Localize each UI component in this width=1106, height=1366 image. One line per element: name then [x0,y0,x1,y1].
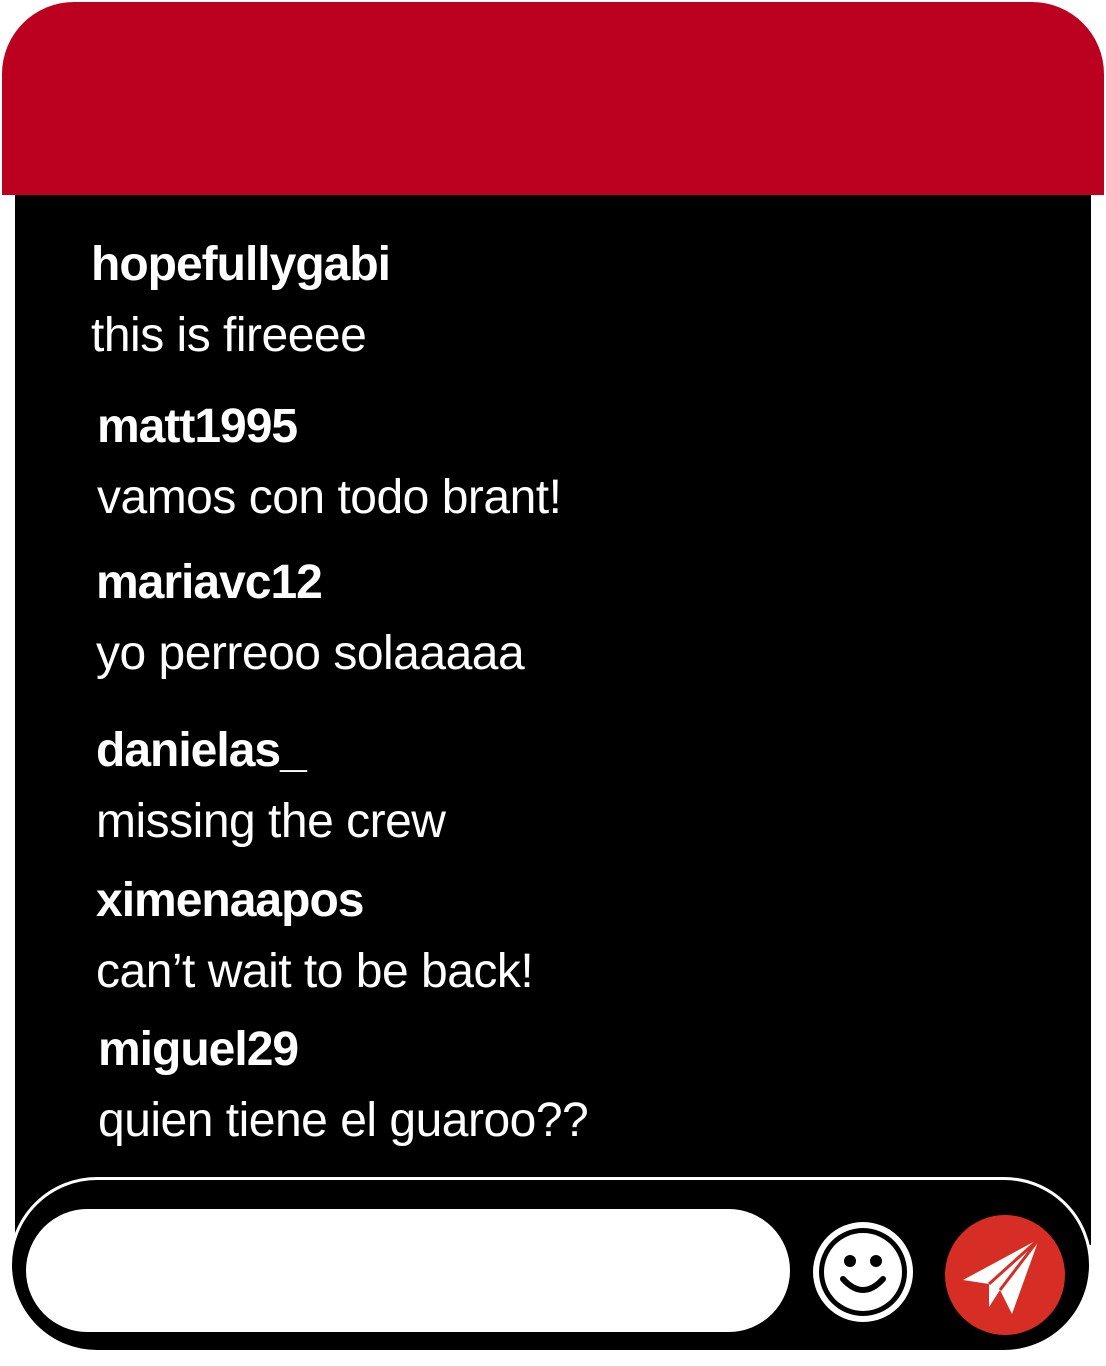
message-username: ximenaapos [96,874,364,927]
message-text: missing the crew [96,795,446,848]
chat-window: hopefullygabi this is fireeee matt1995 v… [0,0,1106,1366]
message-list: hopefullygabi this is fireeee matt1995 v… [15,195,1091,1245]
chat-message: mariavc12 yo perreoo solaaaaa [96,555,525,682]
message-username: mariavc12 [96,556,323,609]
message-username: hopefullygabi [91,238,391,291]
send-button[interactable] [944,1214,1066,1336]
chat-message: matt1995 vamos con todo brant! [97,399,562,526]
message-input[interactable] [26,1209,790,1332]
chat-header [2,2,1104,195]
message-username: miguel29 [98,1023,299,1076]
message-text: can’t wait to be back! [96,945,534,998]
paper-plane-icon [945,1215,1065,1335]
chat-message: miguel29 quien tiene el guaroo?? [98,1022,589,1149]
message-text: vamos con todo brant! [97,471,562,524]
chat-message: ximenaapos can’t wait to be back! [96,873,534,1000]
message-text: yo perreoo solaaaaa [96,627,525,680]
message-text: this is fireeee [91,309,367,362]
chat-body: hopefullygabi this is fireeee matt1995 v… [15,195,1091,1245]
smiley-face-icon [813,1222,913,1322]
message-username: matt1995 [97,400,298,453]
chat-message: danielas_ missing the crew [96,723,446,850]
message-text: quien tiene el guaroo?? [98,1094,589,1147]
emoji-button[interactable] [810,1219,916,1325]
chat-message: hopefullygabi this is fireeee [91,237,391,364]
message-username: danielas_ [96,724,307,777]
